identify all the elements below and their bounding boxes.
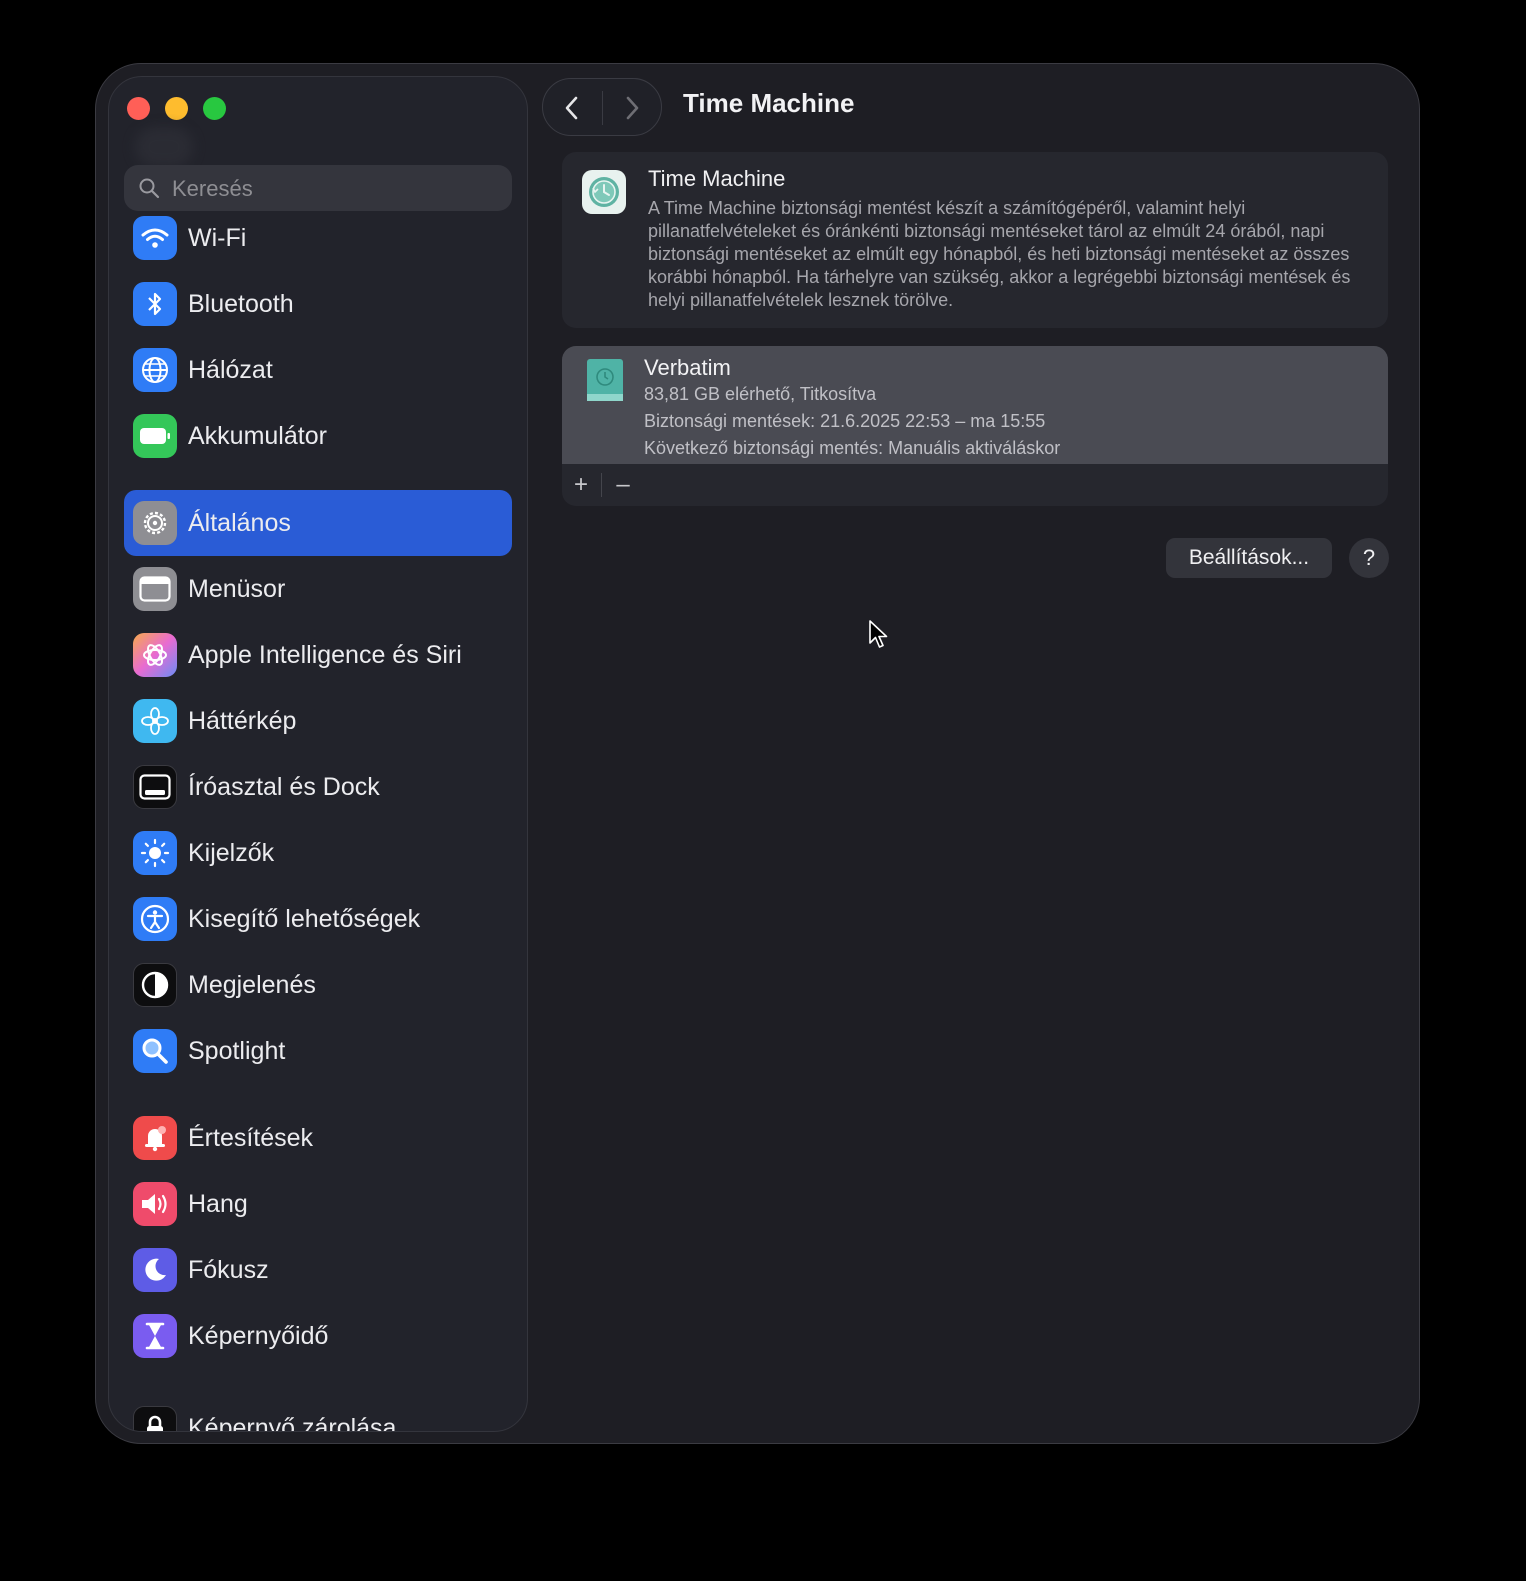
remove-disk-button[interactable]: – <box>604 464 642 506</box>
hourglass-icon <box>133 1314 177 1358</box>
add-disk-button[interactable]: + <box>562 464 600 506</box>
backup-disk-list: Verbatim 83,81 GB elérhető, Titkosítva B… <box>562 346 1388 506</box>
sidebar-item-network[interactable]: Hálózat <box>124 337 512 403</box>
history-navigation <box>542 78 662 136</box>
sidebar-item-label: Hang <box>188 1190 248 1218</box>
sidebar-item-label: Általános <box>188 509 291 537</box>
sidebar-item-label: Képernyő zárolása <box>188 1414 397 1432</box>
disk-backups-range: Biztonsági mentések: 21.6.2025 22:53 – m… <box>644 411 1046 431</box>
time-machine-icon <box>582 170 626 214</box>
disk-list-controls: + – <box>562 464 1388 506</box>
sidebar-item-accessibility[interactable]: Kisegítő lehetőségek <box>124 886 512 952</box>
zoom-window-button[interactable] <box>203 97 226 120</box>
disk-icon <box>586 358 624 402</box>
sidebar-item-desktop-dock[interactable]: Íróasztal és Dock <box>124 754 512 820</box>
lock-icon <box>133 1406 177 1431</box>
sidebar-item-bluetooth[interactable]: Bluetooth <box>124 271 512 337</box>
sidebar-item-label: Menüsor <box>188 575 286 603</box>
chevron-left-icon <box>565 96 578 120</box>
dock-icon <box>133 765 177 809</box>
help-button[interactable]: ? <box>1349 538 1389 578</box>
sidebar-item-label: Kijelzők <box>188 839 275 867</box>
accessibility-icon <box>133 897 177 941</box>
speaker-icon <box>133 1182 177 1226</box>
menubar-icon <box>133 567 177 611</box>
sidebar-item-lock-screen[interactable]: Képernyő zárolása <box>124 1395 512 1432</box>
avatar[interactable] <box>135 127 193 167</box>
search-icon <box>139 178 160 199</box>
sidebar-item-label: Akkumulátor <box>188 422 327 450</box>
sidebar-item-appearance[interactable]: Megjelenés <box>124 952 512 1018</box>
sidebar-item-label: Apple Intelligence és Siri <box>188 641 462 669</box>
info-description: A Time Machine biztonsági mentést készít… <box>648 198 1351 310</box>
sidebar-item-label: Bluetooth <box>188 290 294 318</box>
forward-button[interactable] <box>603 79 661 137</box>
sidebar-item-sound[interactable]: Hang <box>124 1171 512 1237</box>
mouse-pointer-icon <box>869 620 888 648</box>
battery-icon <box>133 414 177 458</box>
sidebar-item-label: Képernyőidő <box>188 1322 329 1350</box>
sidebar-item-wallpaper[interactable]: Háttérkép <box>124 688 512 754</box>
chevron-right-icon <box>626 96 639 120</box>
sidebar-item-displays[interactable]: Kijelzők <box>124 820 512 886</box>
disk-name: Verbatim <box>644 355 731 380</box>
backup-disk-row[interactable]: Verbatim 83,81 GB elérhető, Titkosítva B… <box>562 346 1388 464</box>
gear-icon <box>133 501 177 545</box>
sidebar-item-label: Wi-Fi <box>188 224 247 252</box>
moon-icon <box>133 1248 177 1292</box>
disk-next-backup: Következő biztonsági mentés: Manuális ak… <box>644 438 1061 458</box>
sidebar-item-apple-intelligence[interactable]: Apple Intelligence és Siri <box>124 622 512 688</box>
page-title: Time Machine <box>683 88 855 118</box>
sun-icon <box>133 831 177 875</box>
sidebar-item-label: Háttérkép <box>188 707 297 735</box>
bluetooth-icon <box>133 282 177 326</box>
flower-icon <box>133 699 177 743</box>
divider <box>601 473 602 497</box>
bell-icon <box>133 1116 177 1160</box>
magnifier-icon <box>133 1029 177 1073</box>
sidebar-item-label: Fókusz <box>188 1256 269 1284</box>
options-button[interactable]: Beállítások... <box>1166 538 1332 578</box>
time-machine-info-card: Time Machine A Time Machine biztonsági m… <box>562 152 1388 328</box>
settings-window: Wi-Fi Bluetooth Hálózat Akkumulátor <box>95 63 1420 1444</box>
sidebar-item-general[interactable]: Általános <box>124 490 512 556</box>
minimize-window-button[interactable] <box>165 97 188 120</box>
sidebar-item-screen-time[interactable]: Képernyőidő <box>124 1303 512 1369</box>
sidebar: Wi-Fi Bluetooth Hálózat Akkumulátor <box>108 76 528 1432</box>
info-title: Time Machine <box>648 166 786 191</box>
sidebar-item-label: Spotlight <box>188 1037 286 1065</box>
sidebar-item-label: Hálózat <box>188 356 273 384</box>
wifi-icon <box>133 216 177 260</box>
appearance-icon <box>133 963 177 1007</box>
sidebar-item-label: Értesítések <box>188 1124 314 1152</box>
globe-icon <box>133 348 177 392</box>
close-window-button[interactable] <box>127 97 150 120</box>
disk-capacity: 83,81 GB elérhető, Titkosítva <box>644 384 877 404</box>
back-button[interactable] <box>543 79 601 137</box>
sidebar-item-focus[interactable]: Fókusz <box>124 1237 512 1303</box>
sidebar-item-spotlight[interactable]: Spotlight <box>124 1018 512 1084</box>
sidebar-item-battery[interactable]: Akkumulátor <box>124 403 512 469</box>
sidebar-item-notifications[interactable]: Értesítések <box>124 1105 512 1171</box>
sidebar-item-label: Íróasztal és Dock <box>188 773 380 801</box>
sidebar-item-menubar[interactable]: Menüsor <box>124 556 512 622</box>
sidebar-item-wifi[interactable]: Wi-Fi <box>124 205 512 271</box>
sidebar-item-label: Megjelenés <box>188 971 316 999</box>
sidebar-item-label: Kisegítő lehetőségek <box>188 905 421 933</box>
apple-intelligence-icon <box>133 633 177 677</box>
